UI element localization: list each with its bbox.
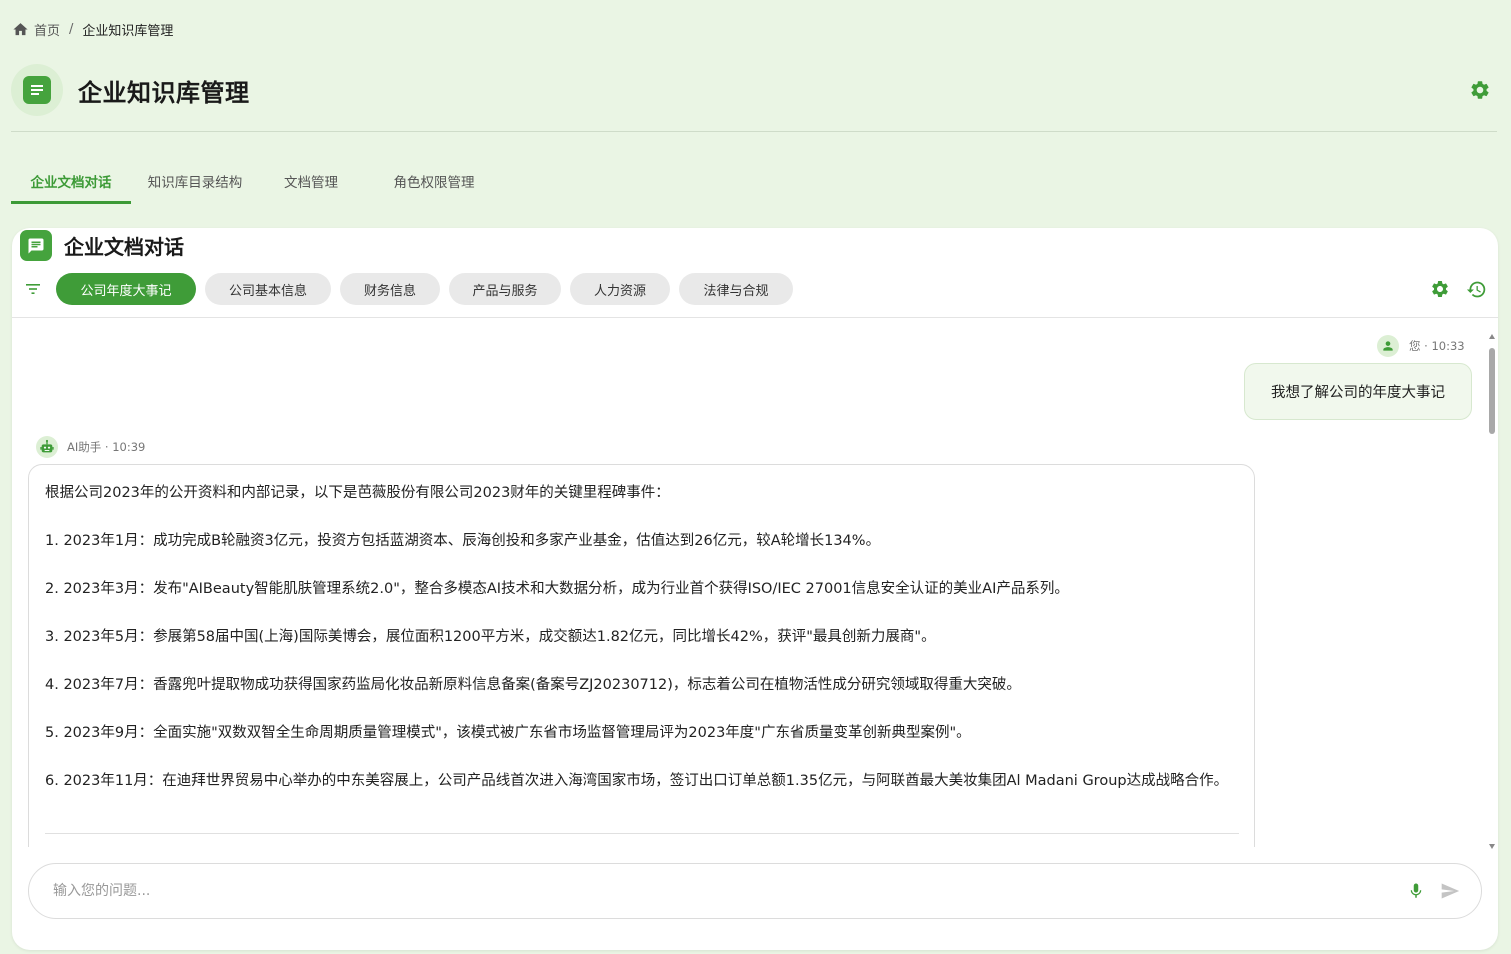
message-scrollbar[interactable] (1487, 334, 1497, 849)
send-icon[interactable] (1439, 881, 1461, 901)
scroll-up-arrow[interactable] (1489, 334, 1495, 339)
chat-card-header: 企业文档对话 公司年度大事记 公司基本信息 财务信息 产品与服务 人力资源 法律… (12, 228, 1498, 318)
page: 首页 / 企业知识库管理 企业知识库管理 企业文档对话 知识库目录结构 文档管理… (0, 0, 1511, 954)
robot-icon (36, 436, 58, 458)
breadcrumb: 首页 / 企业知识库管理 (12, 19, 173, 39)
ai-message-meta: AI助手 · 10:39 (36, 436, 145, 458)
chat-settings-icon[interactable] (1430, 279, 1450, 299)
chip-financial-info[interactable]: 财务信息 (340, 273, 440, 305)
ai-paragraph-item: 3. 2023年5月：参展第58届中国(上海)国际美博会，展位面积1200平方米… (45, 629, 936, 645)
mic-icon[interactable] (1407, 882, 1425, 900)
breadcrumb-current: 企业知识库管理 (82, 23, 174, 39)
question-input-bar (28, 863, 1482, 919)
ai-paragraph-item: 1. 2023年1月：成功完成B轮融资3亿元，投资方包括蓝湖资本、辰海创投和多家… (45, 533, 881, 549)
ai-paragraph-intro: 根据公司2023年的公开资料和内部记录，以下是芭薇股份有限公司2023财年的关键… (45, 485, 670, 501)
user-icon (1377, 335, 1399, 357)
ai-message-divider (45, 833, 1239, 834)
ai-paragraph-item: 6. 2023年11月：在迪拜世界贸易中心举办的中东美容展上，公司产品线首次进入… (45, 773, 1229, 789)
main-tabs: 企业文档对话 知识库目录结构 文档管理 角色权限管理 (11, 160, 509, 204)
home-icon[interactable] (12, 21, 29, 38)
user-message-bubble: 我想了解公司的年度大事记 (1244, 363, 1472, 420)
scroll-down-arrow[interactable] (1489, 844, 1495, 849)
chip-annual-events[interactable]: 公司年度大事记 (56, 273, 196, 305)
ai-paragraph-item: 2. 2023年3月：发布"AIBeauty智能肌肤管理系统2.0"，整合多模态… (45, 581, 1069, 597)
filter-icon[interactable] (24, 280, 42, 298)
page-title: 企业知识库管理 (78, 78, 250, 107)
header-logo (11, 64, 63, 116)
ai-message-time: AI助手 · 10:39 (67, 440, 146, 454)
gear-icon[interactable] (1469, 79, 1491, 101)
chip-products-services[interactable]: 产品与服务 (449, 273, 561, 305)
ai-paragraph-item: 4. 2023年7月：香露兜叶提取物成功获得国家药监局化妆品新原料信息备案(备案… (45, 677, 1021, 693)
chat-title: 企业文档对话 (64, 235, 184, 259)
breadcrumb-separator: / (69, 21, 74, 37)
chat-title-group: 企业文档对话 (20, 230, 184, 261)
tab-document-management[interactable]: 文档管理 (263, 160, 359, 204)
scroll-thumb[interactable] (1489, 348, 1495, 434)
question-input[interactable] (53, 864, 1373, 918)
chat-icon (20, 230, 52, 261)
user-message-time: 您 · 10:33 (1409, 339, 1465, 353)
document-icon (23, 76, 51, 104)
chip-legal-compliance[interactable]: 法律与合规 (679, 273, 793, 305)
chat-card: 企业文档对话 公司年度大事记 公司基本信息 财务信息 产品与服务 人力资源 法律… (12, 228, 1498, 950)
user-message-meta: 您 · 10:33 (1377, 335, 1465, 357)
ai-paragraph-item: 5. 2023年9月：全面实施"双数双智全生命周期质量管理模式"，该模式被广东省… (45, 725, 971, 741)
history-icon[interactable] (1466, 279, 1487, 300)
header-divider (11, 131, 1497, 132)
chip-company-info[interactable]: 公司基本信息 (205, 273, 331, 305)
ai-message-bubble: 根据公司2023年的公开资料和内部记录，以下是芭薇股份有限公司2023财年的关键… (28, 464, 1255, 847)
tab-directory-structure[interactable]: 知识库目录结构 (131, 160, 259, 204)
breadcrumb-home-link[interactable]: 首页 (34, 20, 60, 39)
tab-document-chat[interactable]: 企业文档对话 (11, 160, 131, 204)
tab-role-permissions[interactable]: 角色权限管理 (359, 160, 509, 204)
message-list[interactable]: 您 · 10:33 我想了解公司的年度大事记 AI助手 · 10:39 根据公司… (12, 319, 1498, 847)
category-chips: 公司年度大事记 公司基本信息 财务信息 产品与服务 人力资源 法律与合规 (56, 273, 802, 305)
chip-human-resources[interactable]: 人力资源 (570, 273, 670, 305)
page-header: 企业知识库管理 (11, 64, 1497, 116)
